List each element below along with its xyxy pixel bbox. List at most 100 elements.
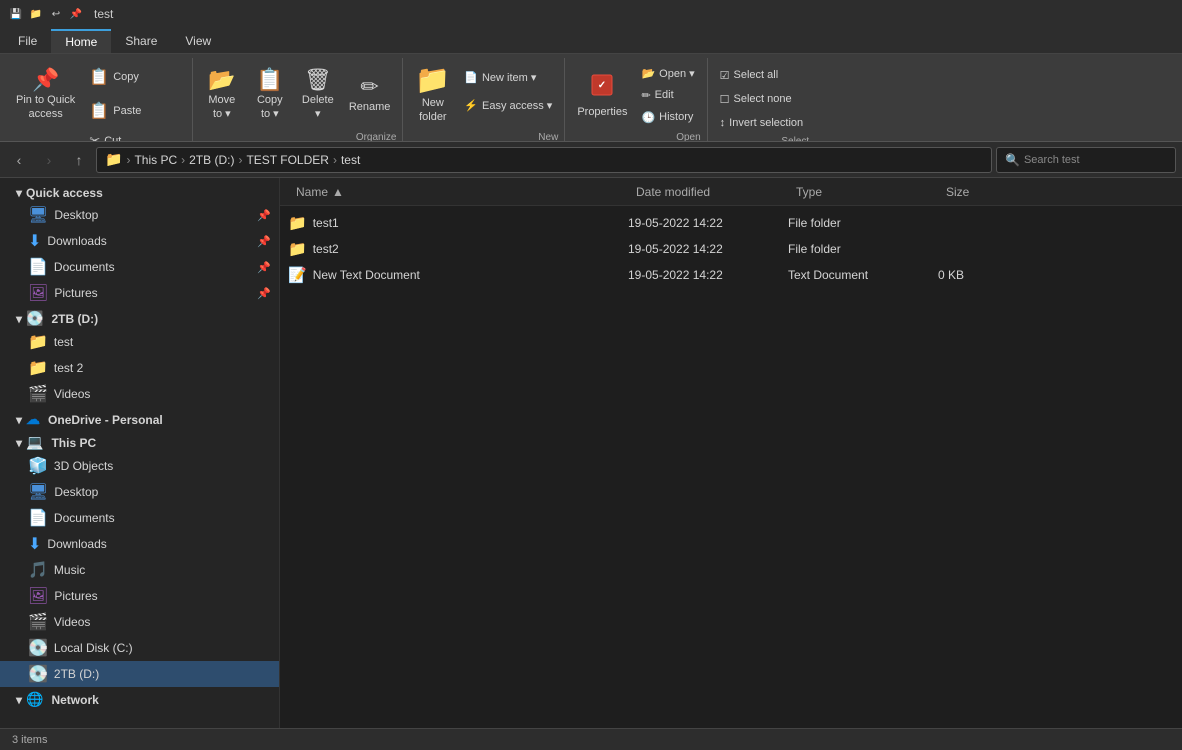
table-row[interactable]: 📝 New Text Document 19-05-2022 14:22 Tex…	[280, 262, 1182, 288]
folder-icon[interactable]: 📁	[28, 6, 44, 22]
column-size-header[interactable]: Size	[938, 185, 1038, 199]
table-row[interactable]: 📁 test1 19-05-2022 14:22 File folder	[280, 210, 1182, 236]
sidebar-item-documents-pc[interactable]: 📄 Documents	[0, 505, 279, 531]
open-button[interactable]: 📂 Open ▾	[635, 62, 700, 84]
history-button[interactable]: 🕒 History	[635, 106, 700, 128]
downloads-pc-label: Downloads	[47, 537, 271, 551]
3d-objects-icon: 🧊	[28, 456, 48, 476]
downloads-icon: ⬇	[28, 231, 41, 251]
desktop-label: Desktop	[54, 208, 271, 222]
breadcrumb-2tb[interactable]: 2TB (D:)	[189, 153, 234, 167]
copy-button[interactable]: 📋 Copy	[83, 62, 186, 94]
main-area: ▾ Quick access 🖥 Desktop 📌 ⬇ Downloads 📌…	[0, 178, 1182, 728]
tab-view[interactable]: View	[171, 29, 225, 53]
organize-label: Organize	[356, 130, 397, 142]
documents-label: Documents	[54, 260, 271, 274]
test2-folder-icon: 📁	[28, 358, 48, 378]
network-header[interactable]: ▾ 🌐 Network	[0, 687, 279, 710]
save-icon[interactable]: 💾	[8, 6, 24, 22]
cut-icon: ✂	[89, 133, 100, 142]
column-type-header[interactable]: Type	[788, 185, 938, 199]
videos-pc-label: Videos	[54, 615, 271, 629]
videos-pc-icon: 🎬	[28, 612, 48, 632]
pin-icon[interactable]: 📌	[68, 6, 84, 22]
move-to-icon: 📂	[208, 69, 235, 91]
onedrive-header[interactable]: ▾ ☁ OneDrive - Personal	[0, 407, 279, 430]
new-folder-icon: 📁	[415, 66, 450, 94]
2tb-header[interactable]: ▾ 💽 2TB (D:)	[0, 306, 279, 329]
sidebar-item-music[interactable]: 🎵 Music	[0, 557, 279, 583]
file-header: Name ▲ Date modified Type Size	[280, 178, 1182, 206]
svg-text:✓: ✓	[598, 80, 606, 91]
file-type-test1: File folder	[788, 216, 938, 230]
new-buttons: 📁 Newfolder 📄 New item ▾ ⚡ Easy access ▾	[409, 58, 558, 130]
search-icon: 🔍	[1005, 153, 1020, 167]
address-bar[interactable]: 📁 › This PC › 2TB (D:) › TEST FOLDER › t…	[96, 147, 992, 173]
history-icon: 🕒	[641, 111, 655, 124]
3d-objects-label: 3D Objects	[54, 459, 271, 473]
onedrive-chevron: ▾	[16, 413, 22, 427]
table-row[interactable]: 📁 test2 19-05-2022 14:22 File folder	[280, 236, 1182, 262]
onedrive-label: OneDrive - Personal	[48, 413, 163, 427]
sidebar-item-videos-pc[interactable]: 🎬 Videos	[0, 609, 279, 635]
delete-icon: 🗑	[304, 69, 332, 91]
invert-selection-button[interactable]: ↕ Invert selection	[714, 112, 809, 134]
sidebar-item-downloads[interactable]: ⬇ Downloads 📌	[0, 228, 279, 254]
column-date-header[interactable]: Date modified	[628, 185, 788, 199]
breadcrumb-this-pc[interactable]: This PC	[134, 153, 177, 167]
column-name-header[interactable]: Name ▲	[288, 185, 628, 199]
copy-to-icon: 📋	[256, 69, 283, 91]
select-all-button[interactable]: ☑ Select all	[714, 64, 809, 86]
sidebar-item-desktop-pc[interactable]: 🖥 Desktop	[0, 479, 279, 505]
quick-access-header[interactable]: ▾ Quick access	[0, 182, 279, 202]
new-folder-button[interactable]: 📁 Newfolder	[409, 60, 456, 130]
pin-indicator: 📌	[257, 209, 271, 222]
easy-access-button[interactable]: ⚡ Easy access ▾	[458, 92, 558, 118]
tab-share[interactable]: Share	[111, 29, 171, 53]
tab-home[interactable]: Home	[51, 29, 111, 53]
paste-button[interactable]: 📋 Paste	[83, 96, 186, 128]
open-label: Open	[676, 130, 700, 142]
forward-button[interactable]: ›	[36, 147, 62, 173]
copy-to-button[interactable]: 📋 Copyto ▾	[247, 60, 293, 130]
cut-button[interactable]: ✂ Cut	[83, 130, 186, 142]
pin-to-quick-access-button[interactable]: 📌 Pin to Quickaccess	[10, 60, 81, 130]
back-button[interactable]: ‹	[6, 147, 32, 173]
2tb-drive-icon-2: 💽	[28, 664, 48, 684]
file-date-test2: 19-05-2022 14:22	[628, 242, 788, 256]
this-pc-header[interactable]: ▾ 💻 This PC	[0, 430, 279, 453]
sidebar-item-2tb-drive[interactable]: 💽 2TB (D:)	[0, 661, 279, 687]
search-placeholder: Search test	[1024, 154, 1080, 166]
undo-icon[interactable]: ↩	[48, 6, 64, 22]
folder-icon-test1: 📁	[288, 214, 307, 232]
sidebar-item-pictures-pc[interactable]: 🖼 Pictures	[0, 583, 279, 609]
breadcrumb-test-folder[interactable]: TEST FOLDER	[246, 153, 328, 167]
new-item-button[interactable]: 📄 New item ▾	[458, 64, 558, 90]
music-label: Music	[54, 563, 271, 577]
move-to-button[interactable]: 📂 Moveto ▾	[199, 60, 245, 130]
sidebar-item-pictures[interactable]: 🖼 Pictures 📌	[0, 280, 279, 306]
select-none-button[interactable]: ☐ Select none	[714, 88, 809, 110]
network-icon: 🌐	[26, 691, 43, 708]
sidebar-item-downloads-pc[interactable]: ⬇ Downloads	[0, 531, 279, 557]
properties-button[interactable]: ✓ Properties	[571, 60, 633, 130]
sidebar-item-documents[interactable]: 📄 Documents 📌	[0, 254, 279, 280]
ribbon-group-select: ☑ Select all ☐ Select none ↕ Invert sele…	[708, 58, 815, 141]
edit-button[interactable]: ✏ Edit	[635, 84, 700, 106]
sidebar-item-test2[interactable]: 📁 test 2	[0, 355, 279, 381]
breadcrumb-test[interactable]: test	[341, 153, 360, 167]
delete-button[interactable]: 🗑 Delete▾	[295, 60, 341, 130]
this-pc-chevron: ▾	[16, 436, 22, 450]
pictures-pc-icon: 🖼	[28, 586, 48, 606]
desktop-pc-label: Desktop	[54, 485, 271, 499]
up-button[interactable]: ↑	[66, 147, 92, 173]
sidebar-item-videos-d[interactable]: 🎬 Videos	[0, 381, 279, 407]
sidebar-item-desktop[interactable]: 🖥 Desktop 📌	[0, 202, 279, 228]
rename-button[interactable]: ✏ Rename	[343, 60, 397, 130]
sidebar-item-3d-objects[interactable]: 🧊 3D Objects	[0, 453, 279, 479]
search-bar[interactable]: 🔍 Search test	[996, 147, 1176, 173]
sidebar-item-local-disk[interactable]: 💽 Local Disk (C:)	[0, 635, 279, 661]
sidebar-item-test[interactable]: 📁 test	[0, 329, 279, 355]
tab-file[interactable]: File	[4, 29, 51, 53]
test2-label: test 2	[54, 361, 271, 375]
